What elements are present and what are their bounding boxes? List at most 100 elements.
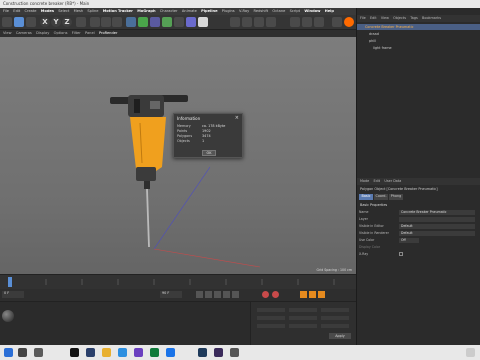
polygons-mode-icon[interactable]	[266, 17, 276, 27]
step-forward-icon[interactable]	[223, 291, 230, 298]
object-row-phill[interactable]: phill	[357, 38, 480, 44]
coordinate-system-icon[interactable]	[76, 17, 86, 27]
timeline-ruler[interactable]	[0, 274, 356, 289]
after-effects-icon[interactable]	[214, 348, 223, 357]
vscode-icon[interactable]	[118, 348, 127, 357]
close-icon[interactable]: ×	[235, 115, 239, 121]
om-menu-objects[interactable]: Objects	[393, 16, 406, 20]
app-icon[interactable]	[134, 348, 143, 357]
coord-z-field[interactable]	[257, 324, 285, 328]
object-row-concrete-breaker[interactable]: Concrete Breaker Pneumatic	[357, 24, 480, 30]
z-axis-toggle[interactable]: Z	[62, 17, 72, 27]
move-tool-icon[interactable]	[14, 17, 24, 27]
photoshop-icon[interactable]	[198, 348, 207, 357]
layout-icon[interactable]	[332, 17, 342, 27]
deformer-icon[interactable]	[150, 17, 160, 27]
grid-tool-icon[interactable]	[138, 17, 148, 27]
coord-y-field[interactable]	[257, 316, 285, 320]
go-to-start-icon[interactable]	[196, 291, 203, 298]
menu-mesh[interactable]: Mesh	[74, 9, 83, 13]
end-frame-field[interactable]: 90 F	[160, 291, 182, 298]
visible-editor-select[interactable]: Default	[399, 224, 475, 229]
render-view-icon[interactable]	[90, 17, 100, 27]
material-preview-icon[interactable]	[2, 310, 14, 322]
task-view-icon[interactable]	[34, 348, 43, 357]
autokey-icon[interactable]	[272, 291, 279, 298]
layer-field[interactable]	[399, 217, 475, 222]
menu-modes[interactable]: Modes	[41, 9, 54, 13]
use-color-select[interactable]: Off	[399, 238, 419, 243]
python-icon[interactable]	[314, 17, 324, 27]
object-row-draad[interactable]: draad	[357, 31, 480, 37]
chrome-icon[interactable]	[150, 348, 159, 357]
menu-select[interactable]: Select	[58, 9, 69, 13]
cinema4d-taskbar-icon[interactable]	[86, 348, 95, 357]
start-icon[interactable]	[4, 348, 13, 357]
apply-button[interactable]: Apply	[329, 333, 351, 339]
om-menu-view[interactable]: View	[381, 16, 389, 20]
menu-edit[interactable]: Edit	[13, 9, 20, 13]
edges-mode-icon[interactable]	[254, 17, 264, 27]
current-frame-field[interactable]: 0 F	[2, 291, 24, 298]
step-back-icon[interactable]	[205, 291, 212, 298]
coord-sz-field[interactable]	[321, 324, 349, 328]
search-icon[interactable]	[18, 348, 27, 357]
coord-b-field[interactable]	[289, 324, 317, 328]
viewport-menu-panel[interactable]: Panel	[85, 31, 95, 35]
snap-icon[interactable]	[290, 17, 300, 27]
menu-octane[interactable]: Octane	[272, 9, 285, 13]
edge-icon[interactable]	[166, 348, 175, 357]
am-menu-user-data[interactable]: User Data	[384, 179, 401, 183]
name-field[interactable]: Concrete Breaker Pneumatic	[399, 210, 475, 215]
menu-pipeline[interactable]: Pipeline	[201, 9, 217, 13]
xray-checkbox[interactable]	[399, 252, 403, 256]
viewport-menu-cameras[interactable]: Cameras	[16, 31, 32, 35]
om-menu-file[interactable]: File	[360, 16, 366, 20]
visible-renderer-select[interactable]: Default	[399, 231, 475, 236]
menu-redshift[interactable]: Redshift	[254, 9, 269, 13]
menu-script[interactable]: Script	[290, 9, 300, 13]
record-icon[interactable]	[262, 291, 269, 298]
coord-x-field[interactable]	[257, 308, 285, 312]
coord-sx-field[interactable]	[321, 308, 349, 312]
menu-help[interactable]: Help	[325, 9, 334, 13]
key-scale-icon[interactable]	[318, 291, 325, 298]
menu-file[interactable]: File	[3, 9, 9, 13]
edit-mode-icon[interactable]	[230, 17, 240, 27]
play-icon[interactable]	[214, 291, 221, 298]
app-icon-2[interactable]	[230, 348, 239, 357]
render-picture-icon[interactable]	[101, 17, 111, 27]
x-axis-toggle[interactable]: X	[40, 17, 50, 27]
generator-icon[interactable]	[162, 17, 172, 27]
menu-plugins[interactable]: Plugins	[222, 9, 235, 13]
tab-phong[interactable]: Phong	[389, 194, 403, 200]
workplane-icon[interactable]	[302, 17, 312, 27]
viewport-menu-prorender[interactable]: ProRender	[99, 31, 118, 35]
menu-animate[interactable]: Animate	[182, 9, 197, 13]
ok-button[interactable]: OK	[202, 150, 216, 156]
viewport-menu-filter[interactable]: Filter	[72, 31, 81, 35]
tab-coord[interactable]: Coord.	[374, 194, 388, 200]
cube-icon[interactable]	[126, 17, 136, 27]
go-to-end-icon[interactable]	[232, 291, 239, 298]
viewport-menu-view[interactable]: View	[3, 31, 12, 35]
file-explorer-icon[interactable]	[102, 348, 111, 357]
notification-icon[interactable]	[466, 348, 475, 357]
menu-vray[interactable]: V-Ray	[239, 9, 249, 13]
coord-h-field[interactable]	[289, 308, 317, 312]
light-icon[interactable]	[198, 17, 208, 27]
tab-basic[interactable]: Basic	[359, 194, 373, 200]
key-position-icon[interactable]	[300, 291, 307, 298]
am-menu-edit[interactable]: Edit	[374, 179, 381, 183]
menu-motion-tracker[interactable]: Motion Tracker	[103, 9, 133, 13]
menu-spline[interactable]: Spline	[87, 9, 98, 13]
coord-p-field[interactable]	[289, 316, 317, 320]
viewport-menu-display[interactable]: Display	[36, 31, 49, 35]
key-rotation-icon[interactable]	[309, 291, 316, 298]
scale-tool-icon[interactable]	[26, 17, 36, 27]
x-app-icon[interactable]	[70, 348, 79, 357]
om-menu-tags[interactable]: Tags	[410, 16, 418, 20]
viewport-menu-options[interactable]: Options	[54, 31, 68, 35]
environment-icon[interactable]	[174, 17, 184, 27]
menu-window[interactable]: Window	[304, 9, 320, 13]
